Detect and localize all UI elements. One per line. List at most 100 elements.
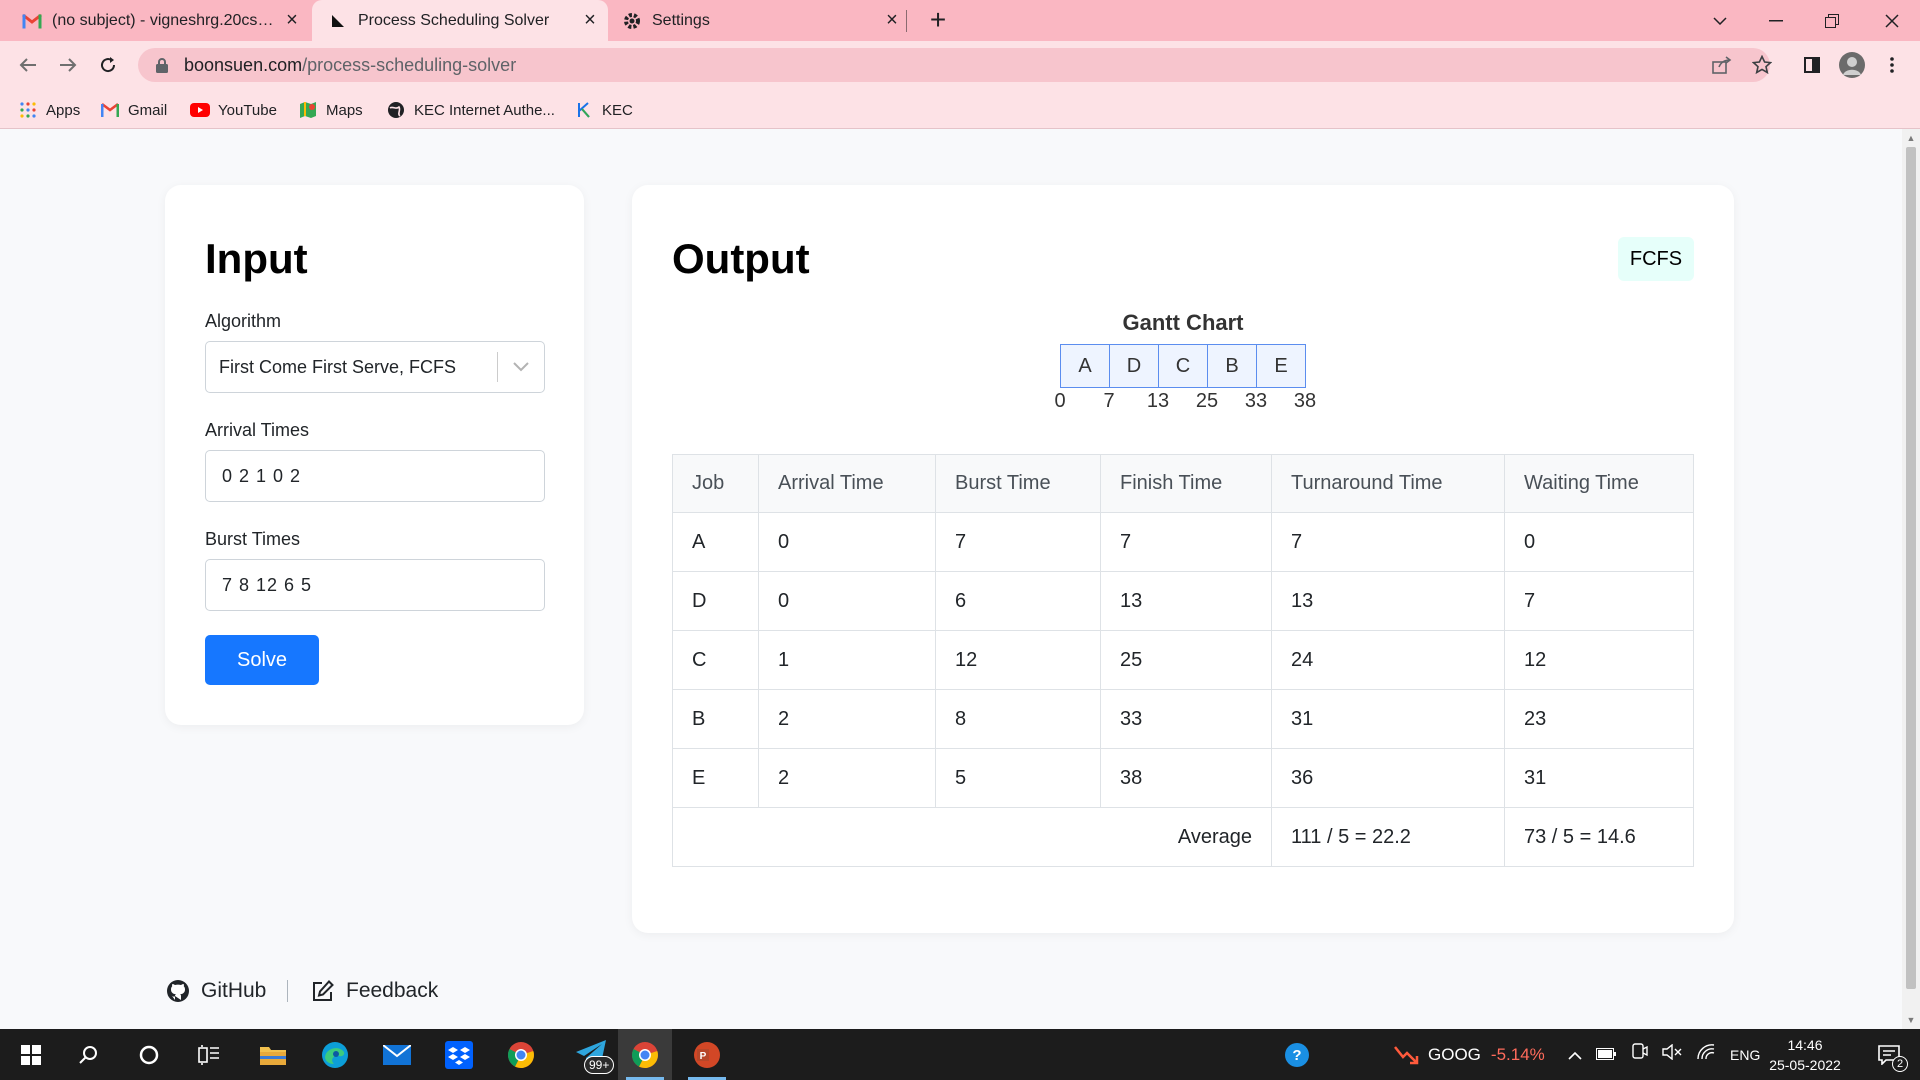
- search-icon[interactable]: [62, 1029, 116, 1080]
- kec-icon: [574, 100, 594, 120]
- cell-waiting-time: 7: [1504, 571, 1694, 631]
- cortana-icon[interactable]: [122, 1029, 176, 1080]
- minimize-button[interactable]: [1748, 0, 1804, 41]
- share-icon[interactable]: [1707, 50, 1737, 80]
- bookmark-gmail[interactable]: Gmail: [100, 99, 167, 121]
- tab-title: (no subject) - vigneshrg.20cse@k: [52, 11, 280, 29]
- bookmark-label: KEC Internet Authe...: [414, 101, 555, 119]
- tab-search-chevron-icon[interactable]: [1692, 0, 1748, 41]
- gantt-time-label: 0: [1054, 390, 1066, 412]
- bookmark-kec-internet[interactable]: KEC Internet Authe...: [386, 99, 555, 121]
- profile-avatar[interactable]: [1837, 50, 1867, 80]
- cell-arrival-time: 0: [758, 571, 936, 631]
- windows-taskbar: 99+ P ? GOOG -5.14% ENG 14:46 25-05-2022…: [0, 1029, 1920, 1080]
- action-center-badge: 2: [1892, 1056, 1908, 1072]
- powerpoint-icon[interactable]: P: [680, 1029, 734, 1080]
- maps-icon: [298, 100, 318, 120]
- gantt-time-label: 25: [1195, 390, 1219, 412]
- file-explorer-icon[interactable]: [246, 1029, 300, 1080]
- bookmark-maps[interactable]: Maps: [298, 99, 363, 121]
- table-row: C 1 12 25 24 12: [672, 630, 1694, 690]
- chevron-up-icon[interactable]: [1568, 1045, 1582, 1065]
- scroll-up-arrow-icon[interactable]: ▲: [1906, 133, 1916, 143]
- average-waiting-time: 73 / 5 = 14.6: [1504, 807, 1694, 867]
- output-card: Output FCFS Gantt Chart ADCBE 0 7 13 25 33 38…: [632, 185, 1734, 933]
- gmail-icon: [20, 9, 44, 33]
- help-icon[interactable]: ?: [1270, 1029, 1324, 1080]
- youtube-icon: [190, 100, 210, 120]
- algorithm-select[interactable]: First Come First Serve, FCFS: [205, 341, 545, 393]
- mail-icon[interactable]: [370, 1029, 424, 1080]
- wifi-icon[interactable]: [1696, 1044, 1716, 1065]
- reload-button[interactable]: [92, 49, 124, 81]
- github-link[interactable]: GitHub: [165, 977, 266, 1005]
- column-header-finish-time: Finish Time: [1100, 454, 1272, 513]
- language-indicator[interactable]: ENG: [1730, 1047, 1760, 1063]
- stock-widget[interactable]: GOOG -5.14%: [1394, 1029, 1545, 1080]
- column-header-burst-time: Burst Time: [935, 454, 1101, 513]
- gantt-time-label: 38: [1293, 390, 1317, 412]
- windows-start-icon[interactable]: [4, 1029, 58, 1080]
- edge-icon[interactable]: [308, 1029, 362, 1080]
- cell-burst-time: 5: [935, 748, 1101, 808]
- cell-job: A: [672, 512, 759, 572]
- chrome-icon[interactable]: [494, 1029, 548, 1080]
- battery-icon[interactable]: [1596, 1045, 1616, 1065]
- burst-times-input[interactable]: [205, 559, 545, 611]
- svg-text:P: P: [700, 1051, 707, 1062]
- address-bar[interactable]: boonsuen.com/process-scheduling-solver: [138, 48, 1770, 82]
- algorithm-label: Algorithm: [205, 311, 282, 331]
- close-icon[interactable]: ×: [880, 9, 904, 33]
- meet-now-icon[interactable]: [1630, 1043, 1648, 1066]
- task-view-icon[interactable]: [182, 1029, 236, 1080]
- tab-gmail[interactable]: (no subject) - vigneshrg.20cse@k ×: [20, 0, 304, 41]
- tab-settings[interactable]: Settings ×: [620, 0, 904, 41]
- cell-finish-time: 25: [1100, 630, 1272, 690]
- algorithm-select-value: First Come First Serve, FCFS: [219, 356, 457, 377]
- volume-muted-icon[interactable]: [1662, 1043, 1682, 1065]
- input-card: Input Algorithm First Come First Serve, …: [165, 185, 584, 725]
- feedback-link[interactable]: Feedback: [310, 977, 438, 1005]
- close-icon[interactable]: ×: [280, 9, 304, 33]
- close-window-button[interactable]: [1864, 0, 1920, 41]
- arrival-times-input[interactable]: [205, 450, 545, 502]
- gantt-segment: E: [1257, 345, 1306, 387]
- stock-down-arrow-icon: [1394, 1045, 1420, 1065]
- bookmark-star-icon[interactable]: [1747, 50, 1777, 80]
- scrollbar-thumb[interactable]: [1906, 147, 1916, 989]
- dropbox-icon[interactable]: [432, 1029, 486, 1080]
- cell-turnaround-time: 24: [1271, 630, 1505, 690]
- close-icon[interactable]: ×: [578, 9, 602, 33]
- cell-arrival-time: 2: [758, 689, 936, 749]
- new-tab-button[interactable]: +: [922, 5, 954, 37]
- page-scrollbar[interactable]: ▲ ▼: [1902, 129, 1920, 1029]
- scroll-down-arrow-icon[interactable]: ▼: [1906, 1015, 1916, 1025]
- chrome-active-icon[interactable]: [618, 1029, 672, 1080]
- cell-job: E: [672, 748, 759, 808]
- side-panel-icon[interactable]: [1797, 50, 1827, 80]
- bookmark-youtube[interactable]: YouTube: [190, 99, 277, 121]
- column-header-arrival-time: Arrival Time: [758, 454, 936, 513]
- cell-burst-time: 8: [935, 689, 1101, 749]
- bookmark-kec[interactable]: KEC: [574, 99, 633, 121]
- tab-process-scheduling-solver[interactable]: Process Scheduling Solver ×: [312, 0, 608, 41]
- github-icon: [165, 978, 191, 1004]
- forward-button[interactable]: [52, 49, 84, 81]
- table-row: B 2 8 33 31 23: [672, 689, 1694, 749]
- bookmark-apps[interactable]: Apps: [18, 99, 80, 121]
- gantt-time-labels: 0 7 13 25 33 38: [632, 390, 1734, 414]
- cell-finish-time: 33: [1100, 689, 1272, 749]
- back-button[interactable]: [12, 49, 44, 81]
- clock[interactable]: 14:46 25-05-2022: [1760, 1035, 1850, 1075]
- telegram-icon[interactable]: 99+: [564, 1029, 618, 1080]
- bookmark-label: Apps: [46, 101, 81, 119]
- cell-finish-time: 13: [1100, 571, 1272, 631]
- gear-icon: [620, 9, 644, 33]
- restore-button[interactable]: [1804, 0, 1860, 41]
- column-header-turnaround-time: Turnaround Time: [1271, 454, 1505, 513]
- menu-kebab-icon[interactable]: [1877, 50, 1907, 80]
- solve-button[interactable]: Solve: [205, 635, 319, 685]
- cell-arrival-time: 2: [758, 748, 936, 808]
- chevron-down-icon[interactable]: [498, 362, 544, 372]
- action-center-icon[interactable]: 2: [1862, 1029, 1916, 1080]
